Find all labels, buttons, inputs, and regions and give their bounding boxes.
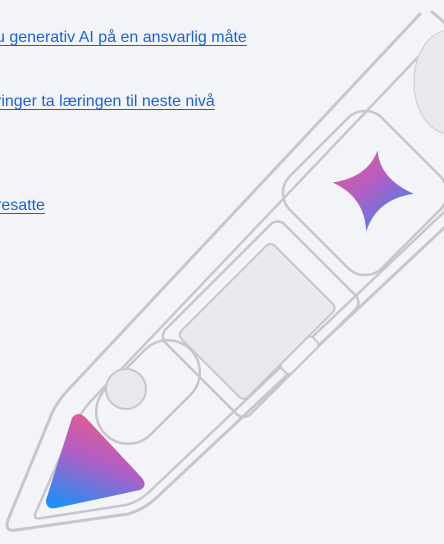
grey-circle-right (413, 29, 444, 135)
pill-circle (105, 368, 147, 410)
pen-illustration (5, 0, 444, 544)
sparkle-star-icon (332, 150, 414, 232)
triangle-icon (46, 414, 145, 509)
